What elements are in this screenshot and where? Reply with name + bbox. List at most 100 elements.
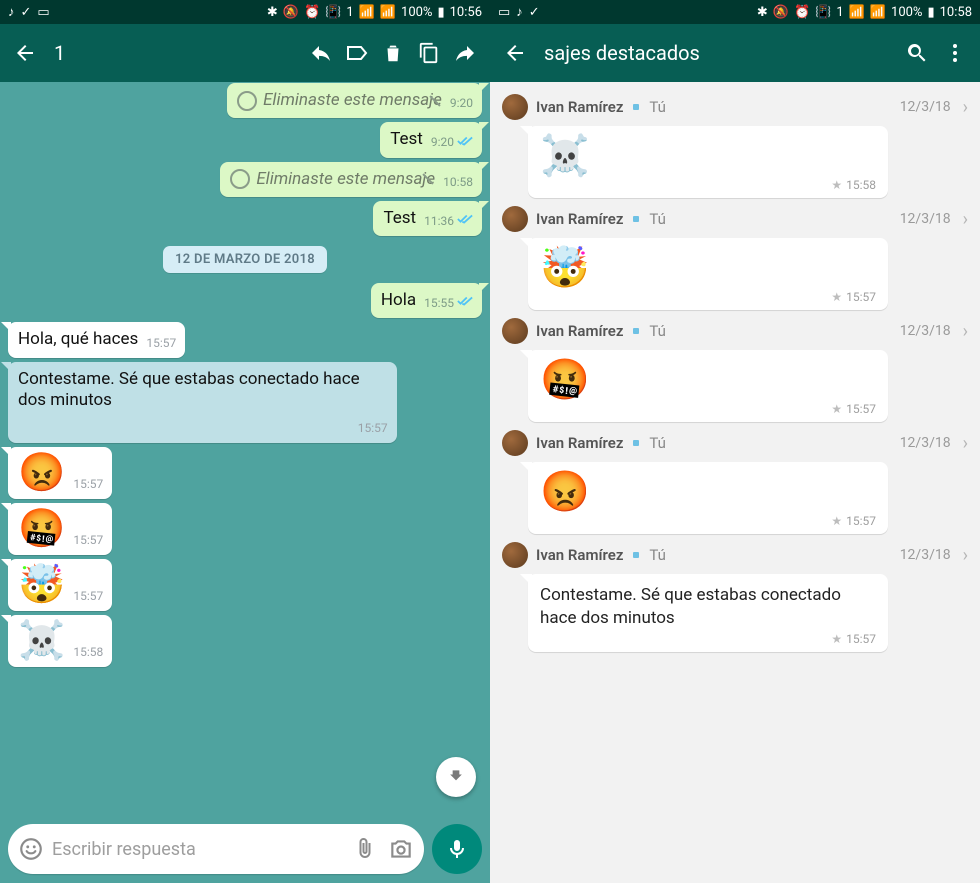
message-time: 11:36 — [424, 211, 473, 229]
more-button[interactable] — [940, 33, 970, 73]
received-message[interactable]: Contestame. Sé que estabas conectado hac… — [8, 362, 397, 444]
alarm-icon: ⏰ — [794, 6, 810, 19]
mic-button[interactable] — [432, 824, 482, 874]
delete-button[interactable] — [378, 33, 408, 73]
message-time: 9:20 — [450, 94, 473, 111]
separator-icon — [633, 552, 639, 558]
chevron-right-icon: › — [963, 321, 968, 342]
starred-item[interactable]: Ivan Ramírez Tú 12/3/18 › 😡 ★15:57 — [490, 422, 980, 534]
message-text: Test — [383, 208, 416, 229]
attach-icon[interactable] — [350, 834, 380, 864]
battery-icon: ▮ — [927, 6, 934, 19]
avatar — [502, 94, 528, 120]
starred-bubble[interactable]: Contestame. Sé que estabas conectado hac… — [528, 574, 888, 652]
message-text: ☠️ — [18, 622, 65, 660]
message-time: 10:58 — [443, 173, 473, 190]
received-message[interactable]: 🤯 15:57 — [8, 559, 112, 611]
starred-item[interactable]: Ivan Ramírez Tú 12/3/18 › Contestame. Sé… — [490, 534, 980, 652]
avatar — [502, 542, 528, 568]
message-text: Contestame. Sé que estabas conectado hac… — [540, 584, 876, 630]
starred-time: ★15:57 — [540, 402, 876, 416]
image-icon: ▭ — [498, 6, 510, 19]
starred-date: 12/3/18 — [900, 323, 951, 339]
scroll-down-button[interactable] — [436, 757, 476, 797]
message-emoji: 🤬 — [540, 360, 876, 400]
received-message[interactable]: 😡15:57 — [8, 447, 112, 499]
copy-button[interactable] — [414, 33, 444, 73]
sender-name: Ivan Ramírez — [536, 434, 623, 452]
sender-name: Ivan Ramírez — [536, 210, 623, 228]
sent-message[interactable]: Test 11:36 — [373, 201, 482, 236]
signal2-icon: 📶 — [870, 6, 886, 19]
starred-bubble[interactable]: 🤯 ★15:57 — [528, 238, 888, 310]
starred-date: 12/3/18 — [900, 435, 951, 451]
starred-bubble[interactable]: 😡 ★15:57 — [528, 462, 888, 534]
vibrate-icon: 📳 — [815, 6, 831, 19]
received-message[interactable]: 🤬15:57 — [8, 503, 112, 555]
compose-placeholder[interactable]: Escribir respuesta — [52, 839, 344, 860]
label-button[interactable] — [342, 33, 372, 73]
starred-date: 12/3/18 — [900, 211, 951, 227]
sender-name: Ivan Ramírez — [536, 322, 623, 340]
compose-field[interactable]: Escribir respuesta — [8, 824, 424, 874]
received-message[interactable]: Hola, qué haces15:57 — [8, 322, 185, 357]
avatar — [502, 430, 528, 456]
sent-message[interactable]: Eliminaste este mensaje 9:20 — [227, 83, 482, 118]
battery-icon: ▮ — [437, 6, 444, 19]
search-button[interactable] — [902, 33, 932, 73]
bluetooth-icon: ✱ — [757, 6, 768, 19]
sent-message[interactable]: Test9:20 — [380, 122, 482, 157]
date-chip: 12 DE MARZO DE 2018 — [163, 246, 327, 273]
emoji-icon[interactable] — [16, 834, 46, 864]
separator-icon — [633, 104, 639, 110]
starred-bubble[interactable]: 🤬 ★15:57 — [528, 350, 888, 422]
back-button[interactable] — [500, 33, 530, 73]
message-time: 15:55 — [424, 293, 473, 311]
received-message[interactable]: ☠️ 15:58 — [8, 615, 112, 667]
chat-screen: ♪ ✓ ▭ ✱ 🔕 ⏰ 📳 1 📶 📶 100% ▮ 10:56 1 — [0, 0, 490, 883]
starred-time: ★15:58 — [540, 178, 876, 192]
selection-count: 1 — [48, 41, 65, 65]
starred-screen: ▭ ♪ ✓ ✱ 🔕 ⏰ 📳 1 📶 📶 100% ▮ 10:58 sajes d… — [490, 0, 980, 883]
starred-time: ★15:57 — [540, 514, 876, 528]
sent-message[interactable]: Eliminaste este mensaje 10:58 — [220, 162, 482, 197]
message-text: 🤯 — [18, 566, 65, 604]
starred-list[interactable]: Ivan Ramírez Tú 12/3/18 › ☠️ ★15:58 Ivan… — [490, 82, 980, 883]
recipient: Tú — [649, 434, 666, 452]
starred-time: ★15:57 — [540, 290, 876, 304]
message-time: 15:58 — [73, 643, 103, 660]
message-emoji: 🤯 — [540, 248, 876, 288]
clock: 10:58 — [940, 5, 972, 20]
selection-action-bar: 1 — [0, 24, 490, 82]
signal2-icon: 📶 — [380, 6, 396, 19]
app-bar: sajes destacados — [490, 24, 980, 82]
starred-item[interactable]: Ivan Ramírez Tú 12/3/18 › 🤯 ★15:57 — [490, 198, 980, 310]
message-text: Eliminaste este mensaje — [230, 169, 435, 190]
reply-button[interactable] — [306, 33, 336, 73]
read-ticks-icon — [457, 295, 473, 311]
star-icon: ★ — [831, 632, 842, 646]
message-text: Contestame. Sé que estabas conectado hac… — [18, 369, 388, 412]
sent-message[interactable]: Hola 15:55 — [371, 283, 482, 318]
chevron-right-icon: › — [963, 433, 968, 454]
starred-item[interactable]: Ivan Ramírez Tú 12/3/18 › 🤬 ★15:57 — [490, 310, 980, 422]
forward-button[interactable] — [450, 33, 480, 73]
message-text: Eliminaste este mensaje — [237, 90, 442, 111]
read-ticks-icon — [457, 135, 473, 151]
starred-bubble[interactable]: ☠️ ★15:58 — [528, 126, 888, 198]
message-time: 15:57 — [73, 475, 103, 492]
recipient: Tú — [649, 210, 666, 228]
back-button[interactable] — [10, 33, 40, 73]
camera-icon[interactable] — [386, 834, 416, 864]
starred-item[interactable]: Ivan Ramírez Tú 12/3/18 › ☠️ ★15:58 — [490, 86, 980, 198]
message-time: 15:57 — [73, 587, 103, 604]
message-text: Hola — [381, 290, 416, 311]
starred-time: ★15:57 — [540, 632, 876, 646]
composer: Escribir respuesta — [0, 819, 490, 883]
message-text: 🤬 — [18, 510, 65, 548]
status-bar: ♪ ✓ ▭ ✱ 🔕 ⏰ 📳 1 📶 📶 100% ▮ 10:56 — [0, 0, 490, 24]
message-time: 15:57 — [146, 334, 176, 351]
chat-body[interactable]: Eliminaste este mensaje 9:20 Test9:20 Elimi… — [0, 82, 490, 819]
star-icon: ★ — [831, 402, 842, 416]
message-emoji: 😡 — [540, 472, 876, 512]
